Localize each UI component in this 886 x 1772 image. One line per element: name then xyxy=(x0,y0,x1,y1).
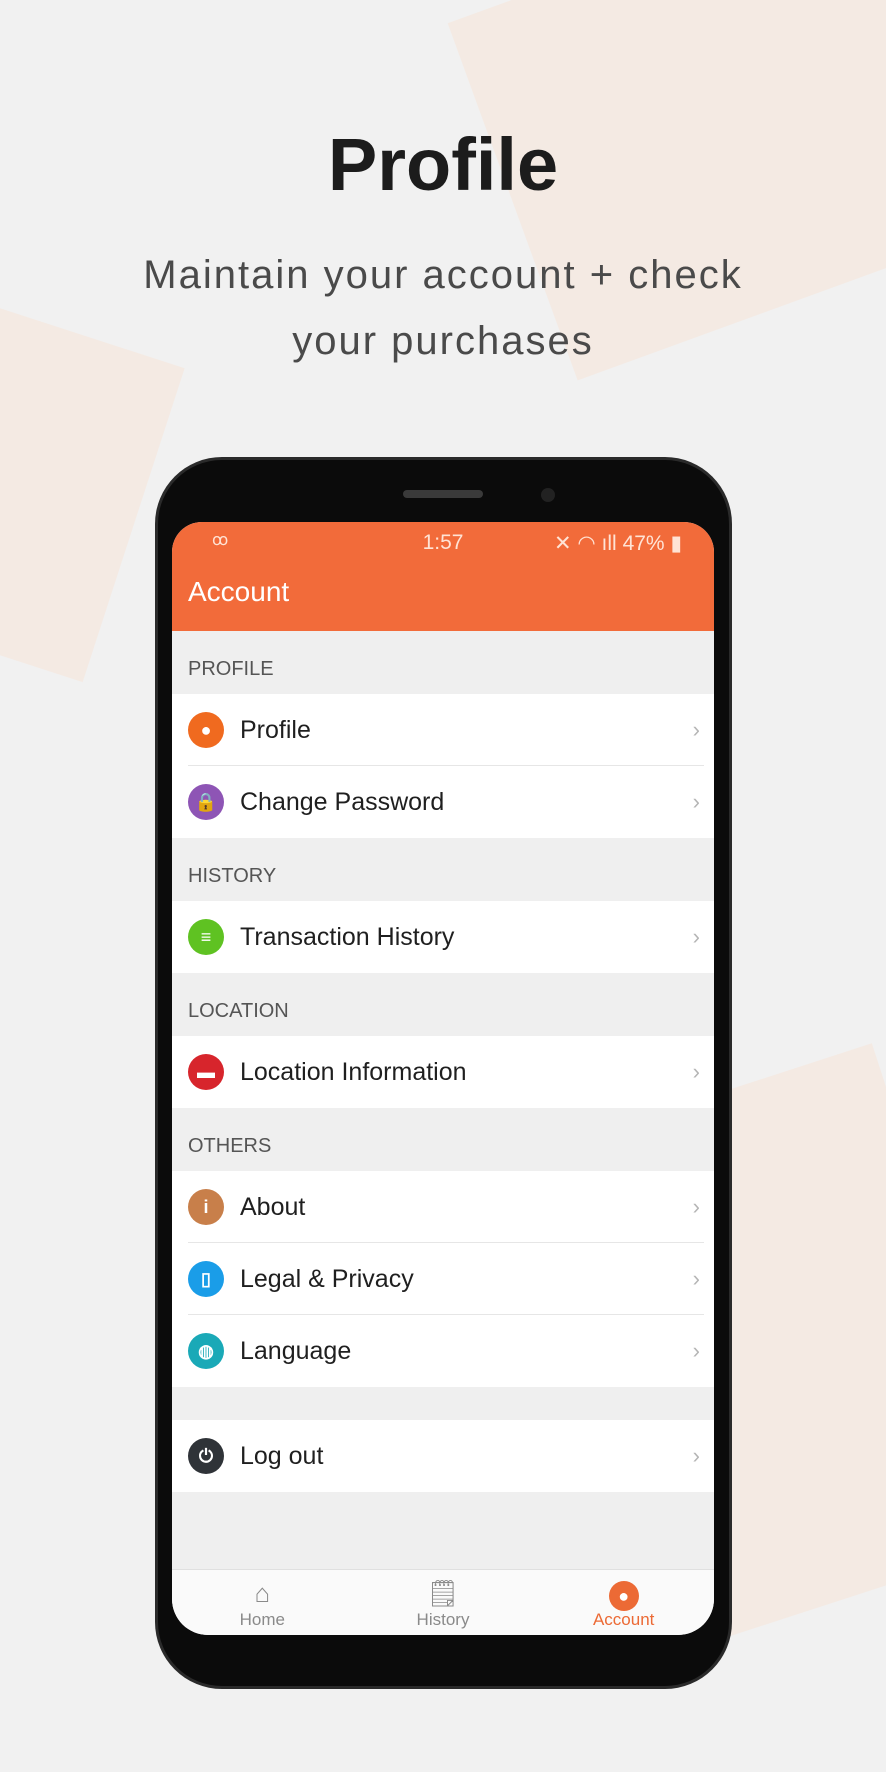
section-header: LOCATION xyxy=(188,1000,289,1022)
chevron-right-icon: › xyxy=(692,924,700,949)
info-icon: i xyxy=(188,1189,224,1225)
store-icon: ▬ xyxy=(188,1054,224,1090)
document-icon: ≡ xyxy=(188,919,224,955)
app-screen: ꝏ 1:57 ✕ ◠ ıll 47% ▮ Account PROFILE ● Pro… xyxy=(172,522,714,1635)
list-item-location-information[interactable]: ▬ Location Information › xyxy=(172,1036,714,1108)
settings-list: PROFILE ● Profile › 🔒 Change Password › HISTORY… xyxy=(172,631,714,1387)
chevron-right-icon: › xyxy=(692,1443,700,1468)
section-header: OTHERS xyxy=(188,1135,272,1157)
list-item-transaction-history[interactable]: ≡ Transaction History › xyxy=(172,901,714,973)
list-item-about[interactable]: i About › xyxy=(172,1171,714,1243)
list-item-legal-privacy[interactable]: ▯ Legal & Privacy › xyxy=(172,1243,714,1315)
signal-icon: ✕ ◠ ıll xyxy=(553,532,623,555)
power-icon: ⏻ xyxy=(188,1438,224,1474)
logout-row[interactable]: ⏻ Log out › xyxy=(172,1420,714,1492)
list-item-change-password[interactable]: 🔒 Change Password › xyxy=(172,766,714,838)
list-item-label: Location Information xyxy=(240,1057,467,1086)
account-icon: ● xyxy=(608,1578,639,1611)
list-item-label: About xyxy=(240,1192,306,1221)
section-header: HISTORY xyxy=(188,865,277,887)
tab-history[interactable]: 🗒 History xyxy=(353,1570,534,1635)
bottom-nav: ⌂ Home 🗒 History ● Account xyxy=(172,1569,714,1635)
chevron-right-icon: › xyxy=(692,1194,700,1219)
speaker xyxy=(403,490,483,498)
chevron-right-icon: › xyxy=(692,1059,700,1084)
home-icon: ⌂ xyxy=(254,1578,271,1608)
chevron-right-icon: › xyxy=(692,717,700,742)
list-item-profile[interactable]: ● Profile › xyxy=(172,694,714,766)
list-item-label: Transaction History xyxy=(240,922,455,951)
section-header: PROFILE xyxy=(188,658,274,680)
chevron-right-icon: › xyxy=(692,1338,700,1363)
list-item-label: Legal & Privacy xyxy=(240,1264,414,1293)
receipt-icon: 🗒 xyxy=(426,1578,460,1608)
chevron-right-icon: › xyxy=(692,1266,700,1291)
promo-subtitle: Maintain your account + check your purcha… xyxy=(143,253,743,363)
chevron-right-icon: › xyxy=(692,789,700,814)
lock-reset-icon: 🔒 xyxy=(188,784,224,820)
list-item-label: Change Password xyxy=(240,787,445,816)
list-item-label: Language xyxy=(240,1336,352,1365)
list-item-language[interactable]: ◍ Language › xyxy=(172,1315,714,1387)
logout-label: Log out xyxy=(240,1441,324,1470)
promo-title: Profile xyxy=(327,123,559,206)
tab-account[interactable]: ● Account xyxy=(533,1570,714,1635)
status-bar: ꝏ 1:57 ✕ ◠ ıll 47% ▮ xyxy=(172,522,714,562)
battery-level: 47% xyxy=(622,532,665,555)
app-header: Account xyxy=(172,562,714,631)
camera xyxy=(541,488,555,502)
status-right: ✕ ◠ ıll 47% ▮ xyxy=(554,531,682,556)
tab-home[interactable]: ⌂ Home xyxy=(172,1570,353,1635)
battery-icon: ▮ xyxy=(670,532,682,555)
list-item-label: Profile xyxy=(240,715,311,744)
person-icon: ● xyxy=(188,712,224,748)
globe-icon: ◍ xyxy=(188,1333,224,1369)
file-icon: ▯ xyxy=(188,1261,224,1297)
